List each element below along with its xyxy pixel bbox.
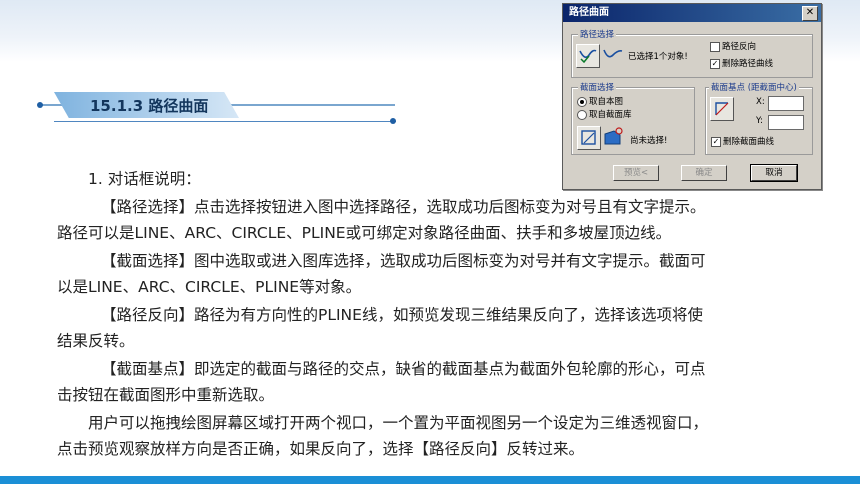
- path-preview-icon: [603, 49, 623, 58]
- body-line-11: 点击预览观察放样方向是否正确，如果反向了，选择【路径反向】反转过来。: [57, 440, 585, 458]
- dialog-title: 路径曲面: [569, 7, 609, 18]
- x-input[interactable]: [768, 96, 804, 111]
- y-label: Y:: [756, 116, 763, 126]
- body-line-2: 【路径选择】点击选择按钮进入图中选择路径，选取成功后图标变为对号且有文字提示。: [101, 198, 706, 216]
- heading-rule-dot-left: [37, 102, 43, 108]
- delete-section-label: 删除截面曲线: [723, 137, 775, 147]
- body-line-1: 1. 对话框说明：: [88, 170, 201, 188]
- body-line-6: 【路径反向】路径为有方向性的PLINE线，如预览发现三维结果反向了，选择该选项将…: [101, 306, 703, 324]
- section-select-group: 截面选择 取自本图 取自截面库 尚未选择!: [571, 81, 695, 155]
- from-drawing-label: 取自本图: [589, 97, 624, 107]
- x-label: X:: [756, 97, 765, 107]
- section-base-label: 截面基点 (距截面中心): [709, 81, 799, 93]
- delete-path-label: 删除路径曲线: [722, 59, 774, 69]
- path-curve-icon: [579, 49, 597, 64]
- reverse-path-label: 路径反向: [722, 42, 757, 52]
- section-select-label: 截面选择: [578, 81, 617, 93]
- section-pick-button[interactable]: [577, 126, 601, 150]
- cancel-button[interactable]: 取消: [750, 164, 798, 182]
- path-surface-dialog: 路径曲面 ✕ 路径选择 已选择1个对象! 路径反向 ✓ 删除路径曲线 截面选择: [562, 3, 822, 190]
- body-line-5: 以是LINE、ARC、CIRCLE、PLINE等对象。: [57, 278, 362, 296]
- dialog-titlebar: 路径曲面 ✕: [563, 4, 821, 22]
- preview-button[interactable]: 预览<: [613, 165, 659, 181]
- section-pick-icon: [581, 130, 596, 145]
- path-pick-button[interactable]: [576, 44, 600, 68]
- heading-rule-bottom: [54, 121, 396, 122]
- path-status-text: 已选择1个对象!: [628, 52, 688, 62]
- body-line-7: 结果反转。: [57, 332, 135, 350]
- ok-button[interactable]: 确定: [681, 165, 727, 181]
- from-drawing-radio[interactable]: [577, 97, 587, 107]
- body-line-10: 用户可以拖拽绘图屏幕区域打开两个视口，一个置为平面视图另一个设定为三维透视窗口，: [88, 414, 709, 432]
- from-library-radio[interactable]: [577, 110, 587, 120]
- delete-section-checkbox[interactable]: ✓: [711, 137, 721, 147]
- close-icon[interactable]: ✕: [802, 6, 818, 21]
- y-input[interactable]: [768, 115, 804, 130]
- slide: 15.1.3 路径曲面 1. 对话框说明： 【路径选择】点击选择按钮进入图中选择…: [0, 0, 860, 484]
- path-select-group: 路径选择 已选择1个对象! 路径反向 ✓ 删除路径曲线: [571, 28, 813, 78]
- base-point-pick-button[interactable]: [710, 97, 734, 121]
- section-title: 15.1.3 路径曲面: [90, 97, 209, 115]
- body-line-8: 【截面基点】即选定的截面与路径的交点，缺省的截面基点为截面外包轮廓的形心，可点: [101, 360, 706, 378]
- path-select-label: 路径选择: [578, 28, 617, 40]
- footer-bar: [0, 476, 860, 484]
- heading-rule-dot-right: [390, 118, 396, 124]
- section-status-text: 尚未选择!: [630, 136, 668, 146]
- section-library-icon[interactable]: [602, 127, 624, 147]
- body-line-4: 【截面选择】图中选取或进入图库选择，选取成功后图标变为对号并有文字提示。截面可: [101, 252, 706, 270]
- reverse-path-checkbox[interactable]: [710, 42, 720, 52]
- body-line-9: 击按钮在截面图形中重新选取。: [57, 386, 275, 404]
- section-base-group: 截面基点 (距截面中心) X: Y: ✓ 删除截面曲线: [705, 81, 813, 155]
- body-line-3: 路径可以是LINE、ARC、CIRCLE、PLINE或可绑定对象路径曲面、扶手和…: [57, 224, 672, 242]
- base-point-icon: [715, 102, 729, 116]
- delete-path-checkbox[interactable]: ✓: [710, 59, 720, 69]
- from-library-label: 取自截面库: [589, 110, 632, 120]
